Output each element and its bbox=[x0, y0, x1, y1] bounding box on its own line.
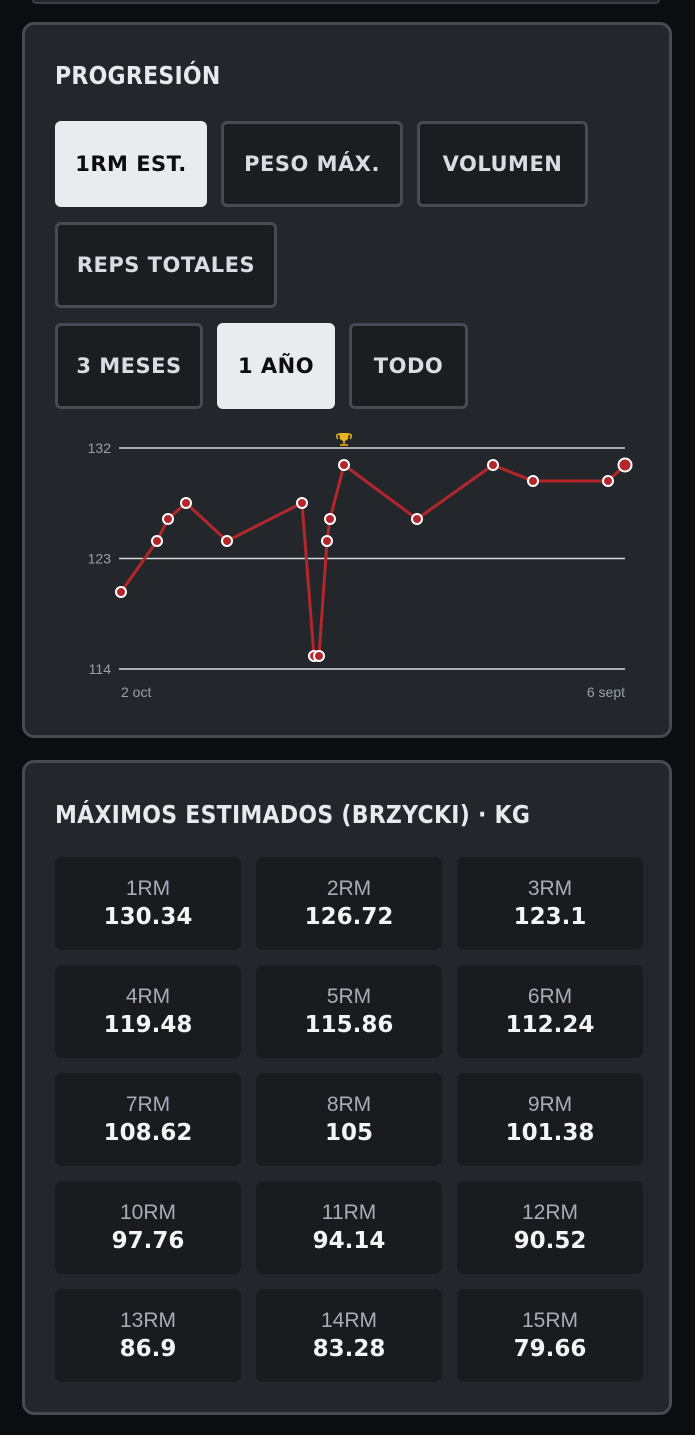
rm-value: 112.24 bbox=[505, 1011, 595, 1038]
data-point bbox=[527, 475, 539, 487]
rm-value: 83.28 bbox=[312, 1335, 386, 1362]
rm-value: 115.86 bbox=[304, 1011, 394, 1038]
rm-label: 7RM bbox=[125, 1092, 171, 1116]
rm-cell: 10RM 97.76 bbox=[55, 1181, 241, 1274]
rm-cell: 5RM 115.86 bbox=[256, 965, 442, 1058]
rm-label: 10RM bbox=[119, 1200, 177, 1224]
data-point bbox=[115, 586, 127, 598]
rm-value: 105 bbox=[324, 1119, 373, 1146]
rm-cell: 7RM 108.62 bbox=[55, 1073, 241, 1166]
rm-cell: 15RM 79.66 bbox=[457, 1289, 643, 1382]
rm-cell: 11RM 94.14 bbox=[256, 1181, 442, 1274]
data-point bbox=[151, 535, 163, 547]
rm-cell: 14RM 83.28 bbox=[256, 1289, 442, 1382]
rm-value: 126.72 bbox=[304, 903, 394, 930]
data-point bbox=[321, 535, 333, 547]
series-line bbox=[119, 463, 627, 658]
rm-value: 97.76 bbox=[111, 1227, 185, 1254]
rm-cell: 6RM 112.24 bbox=[457, 965, 643, 1058]
progress-card: PROGRESIÓN 1RM EST. PESO MÁX. VOLUMEN RE… bbox=[22, 22, 672, 738]
data-point bbox=[324, 513, 336, 525]
rm-label: 5RM bbox=[326, 984, 372, 1008]
x-label-end: 6 sept bbox=[587, 684, 625, 700]
trophy-icon bbox=[335, 433, 353, 446]
rm-value: 101.38 bbox=[505, 1119, 595, 1146]
rm-label: 6RM bbox=[527, 984, 573, 1008]
x-label-start: 2 oct bbox=[121, 684, 151, 700]
rm-value: 130.34 bbox=[103, 903, 193, 930]
rm-value: 123.1 bbox=[513, 903, 587, 930]
data-point bbox=[487, 459, 499, 471]
rm-cell: 13RM 86.9 bbox=[55, 1289, 241, 1382]
y-tick-label: 114 bbox=[89, 661, 112, 677]
data-point bbox=[221, 535, 233, 547]
data-point bbox=[313, 650, 325, 662]
data-point bbox=[602, 475, 614, 487]
rm-label: 2RM bbox=[326, 876, 372, 900]
rm-label: 4RM bbox=[125, 984, 171, 1008]
rm-label: 8RM bbox=[326, 1092, 372, 1116]
rm-value: 94.14 bbox=[312, 1227, 386, 1254]
estimated-maxes-card: MÁXIMOS ESTIMADOS (BRZYCKI) · KG 1RM 130.… bbox=[22, 760, 672, 1415]
rm-label: 1RM bbox=[125, 876, 171, 900]
y-tick-label: 123 bbox=[88, 551, 112, 567]
rm-label: 3RM bbox=[527, 876, 573, 900]
rm-label: 11RM bbox=[321, 1200, 377, 1224]
rm-label: 14RM bbox=[320, 1308, 378, 1332]
rm-label: 15RM bbox=[521, 1308, 579, 1332]
data-point bbox=[296, 497, 308, 509]
rm-cell: 4RM 119.48 bbox=[55, 965, 241, 1058]
rm-cell: 12RM 90.52 bbox=[457, 1181, 643, 1274]
data-point bbox=[180, 497, 192, 509]
rm-value: 79.66 bbox=[513, 1335, 587, 1362]
rm-cell: 2RM 126.72 bbox=[256, 857, 442, 950]
y-tick-label: 132 bbox=[88, 440, 112, 456]
previous-card-edge bbox=[32, 0, 660, 4]
rm-cell: 8RM 105 bbox=[256, 1073, 442, 1166]
rm-value: 86.9 bbox=[119, 1335, 177, 1362]
data-point bbox=[617, 457, 633, 473]
rm-grid: 1RM 130.34 2RM 126.72 3RM 123.1 4RM 119.48 5RM 11… bbox=[55, 857, 643, 1382]
rm-label: 13RM bbox=[119, 1308, 177, 1332]
data-point bbox=[162, 513, 174, 525]
maxes-title: MÁXIMOS ESTIMADOS (BRZYCKI) · KG bbox=[55, 800, 531, 829]
rm-value: 90.52 bbox=[513, 1227, 587, 1254]
data-point bbox=[338, 459, 350, 471]
rm-cell: 9RM 101.38 bbox=[457, 1073, 643, 1166]
data-point bbox=[411, 513, 423, 525]
rm-value: 119.48 bbox=[103, 1011, 193, 1038]
progress-chart: 132 123 114 2 oct 6 sept bbox=[88, 433, 633, 700]
rm-value: 108.62 bbox=[103, 1119, 193, 1146]
rm-label: 12RM bbox=[521, 1200, 579, 1224]
rm-cell: 3RM 123.1 bbox=[457, 857, 643, 950]
rm-cell: 1RM 130.34 bbox=[55, 857, 241, 950]
rm-label: 9RM bbox=[527, 1092, 573, 1116]
